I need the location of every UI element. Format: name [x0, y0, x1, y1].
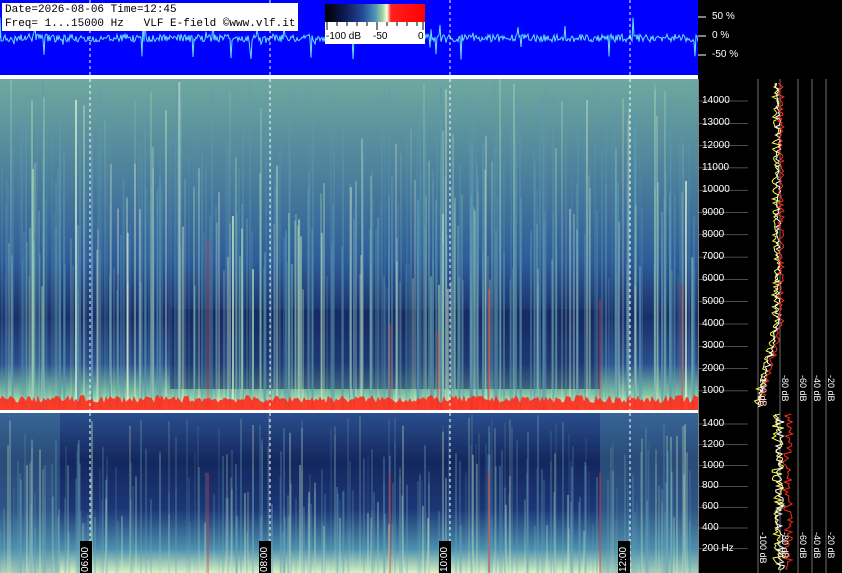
db-label-upper-60: -60 dB [798, 375, 808, 402]
info-box: Date=2026-08-06 Time=12:45 Freq= 1...1500… [2, 3, 299, 31]
frequency-axis-lower: 1400 1200 1000 800 600 400 200 Hz -100 dB -80 … [698, 410, 842, 573]
db-label-lower-40: -40 dB [812, 532, 822, 559]
lower-freq-tick-label: 1200 [702, 438, 725, 450]
upper-profile-white [757, 82, 783, 408]
lower-freq-tick-label: 600 [702, 501, 719, 513]
lower-freq-tick-label: 400 [702, 522, 719, 533]
db-label-lower-60: -60 dB [798, 532, 808, 559]
db-label-lower-100: -100 dB [758, 532, 768, 564]
db-label-upper-40: -40 dB [812, 375, 822, 402]
time-label-0800: 08:00 [259, 541, 271, 573]
upper-freq-tick-label: 9000 [702, 206, 725, 218]
spectrogram-lower-image [0, 413, 698, 573]
time-label-1000: 10:00 [439, 541, 451, 573]
spectrogram-lower: 06:00 08:00 10:00 12:00 [0, 413, 698, 573]
upper-freq-tick-label: 12000 [702, 139, 730, 151]
time-label-1200: 12:00 [618, 541, 630, 573]
lower-freq-tick-label: 1400 [702, 418, 725, 429]
frequency-axis-upper: 14000 13000 12000 11000 10000 9000 8000 7000 600… [698, 75, 842, 410]
color-scale-label-mid: -50 [373, 31, 388, 42]
db-label-upper-20: -20 dB [826, 375, 836, 402]
upper-freq-tick-label: 1000 [702, 384, 725, 396]
waveform-axis: 50 % 0 % -50 % [698, 0, 842, 75]
time-label-0600: 06:00 [80, 541, 92, 573]
upper-freq-tick-label: 7000 [702, 251, 725, 263]
upper-freq-tick-label: 2000 [702, 362, 725, 374]
lower-freq-tick-label: 800 [702, 480, 719, 492]
color-scale-label-max: 0 [418, 31, 424, 42]
upper-freq-tick-label: 6000 [702, 273, 725, 285]
db-label-upper-100: -100 dB [758, 375, 768, 407]
upper-freq-tick-label: 3000 [702, 340, 725, 352]
color-scale: -100 dB -50 0 [325, 4, 425, 44]
upper-freq-tick-label: 8000 [702, 228, 725, 240]
upper-freq-tick-label: 14000 [702, 95, 730, 106]
db-label-lower-80: -80 dB [780, 532, 790, 559]
info-line-1: Date=2026-08-06 Time=12:45 [5, 4, 177, 16]
upper-freq-tick-label: 13000 [702, 117, 730, 129]
waveform-tick-0: 0 % [712, 30, 730, 41]
waveform-tick-minus-50: -50 % [712, 49, 739, 60]
spectrogram-upper [0, 79, 698, 410]
lower-freq-tick-label: 200 Hz [702, 542, 734, 554]
color-scale-label-min: -100 dB [326, 31, 362, 42]
upper-freq-tick-label: 10000 [702, 184, 730, 196]
upper-freq-tick-label: 11000 [702, 161, 730, 173]
db-label-lower-20: -20 dB [826, 532, 836, 559]
db-label-upper-80: -80 dB [780, 375, 790, 402]
spectrogram-upper-image [0, 79, 698, 410]
upper-freq-tick-label: 4000 [702, 318, 725, 329]
waveform-tick-50: 50 % [712, 11, 735, 22]
upper-freq-tick-label: 5000 [702, 295, 725, 307]
color-scale-ticks [326, 22, 424, 30]
lower-freq-tick-label: 1000 [702, 459, 725, 471]
info-line-2: Freq= 1...15000 Hz VLF E-field ©www.vlf.… [5, 18, 296, 30]
